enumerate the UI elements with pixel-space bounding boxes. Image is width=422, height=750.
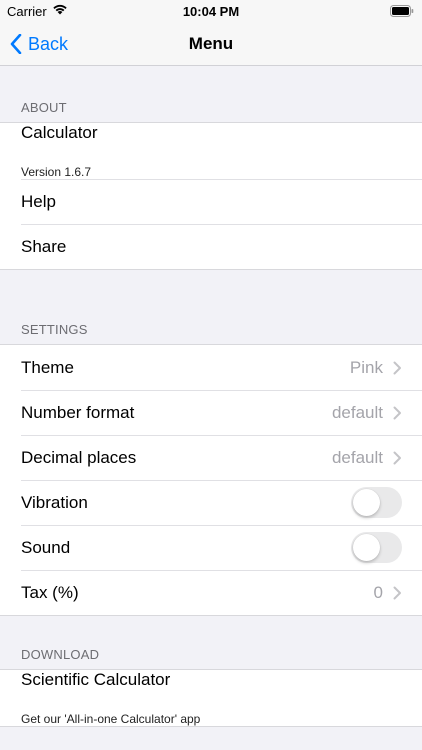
download-group: Scientific Calculator Get our 'All-in-on… [0,669,422,727]
share-row[interactable]: Share [0,224,422,269]
navigation-bar: Back Menu [0,22,422,66]
about-group: Calculator Version 1.6.7 Help Share [0,122,422,270]
number-format-value: default [331,402,383,422]
chevron-right-icon [393,451,401,464]
toggle-knob [353,534,380,561]
section-header-download: DOWNLOAD [21,647,100,662]
settings-group: Theme Pink Number format default Decimal… [0,344,422,616]
number-format-row[interactable]: Number format default [0,390,422,435]
sound-label: Sound [21,537,71,557]
decimal-places-label: Decimal places [21,447,137,467]
app-version: Version 1.6.7 [21,165,92,179]
chevron-right-icon [393,586,401,599]
help-row[interactable]: Help [0,179,422,224]
page-title: Menu [188,34,234,53]
help-label: Help [21,191,56,211]
section-header-settings: SETTINGS [21,322,88,337]
number-format-label: Number format [21,402,135,422]
share-label: Share [21,236,67,256]
vibration-toggle[interactable] [351,487,402,518]
theme-value: Pink [349,357,383,377]
section-header-about: ABOUT [21,100,67,115]
theme-row[interactable]: Theme Pink [0,345,422,390]
app-name: Calculator [21,123,98,142]
chevron-right-icon [393,361,401,374]
chevron-right-icon [393,406,401,419]
scientific-calculator-title: Scientific Calculator [21,670,171,689]
battery-icon [390,5,414,20]
tax-row[interactable]: Tax (%) 0 [0,570,422,615]
scientific-calculator-subtitle: Get our 'All-in-one Calculator' app [21,712,201,726]
sound-toggle[interactable] [351,532,402,563]
app-info-row[interactable]: Calculator Version 1.6.7 [0,123,422,179]
toggle-knob [353,489,380,516]
vibration-row: Vibration [0,480,422,525]
decimal-places-value: default [331,447,383,467]
scientific-calculator-row[interactable]: Scientific Calculator Get our 'All-in-on… [0,670,422,726]
decimal-places-row[interactable]: Decimal places default [0,435,422,480]
theme-label: Theme [21,357,74,377]
vibration-label: Vibration [21,492,88,512]
status-bar: Carrier 10:04 PM [0,0,422,22]
tax-value: 0 [373,582,383,602]
tax-label: Tax (%) [21,582,79,602]
sound-row: Sound [0,525,422,570]
clock: 10:04 PM [182,4,240,19]
